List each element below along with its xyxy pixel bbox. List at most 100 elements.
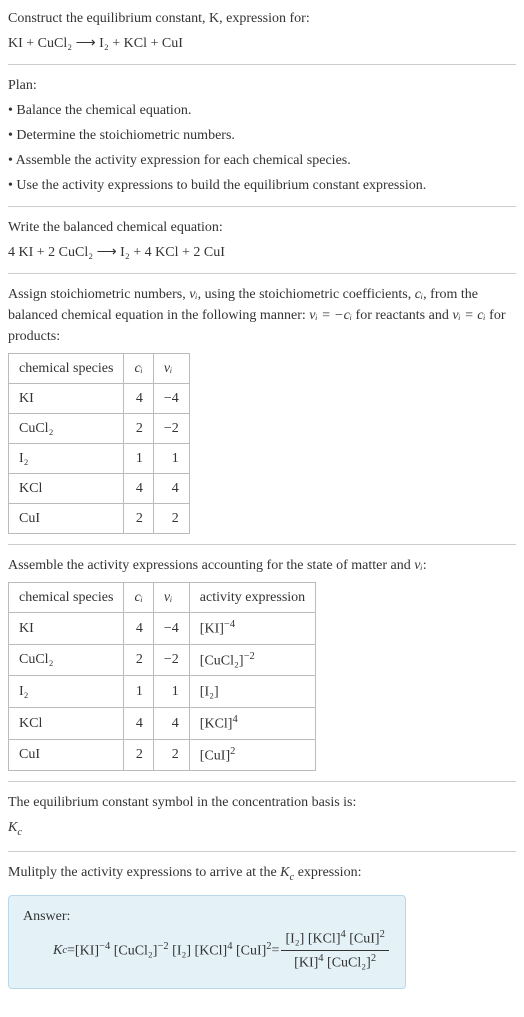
plan-item: • Use the activity expressions to build …: [8, 175, 516, 196]
col-nu: νᵢ: [153, 354, 189, 384]
col-ci: cᵢ: [124, 354, 153, 384]
term: [KCl]4: [195, 939, 233, 962]
table-row: KI4−4[KI]−4: [9, 613, 316, 645]
cell-nu: 1: [153, 676, 189, 708]
equals: =: [272, 940, 280, 961]
answer-box: Answer: Kc = [KI]−4 [CuCl₂]−2 [I₂] [KCl]…: [8, 895, 406, 988]
cell-nu: 4: [153, 474, 189, 504]
text: , using the stoichiometric coefficients,: [198, 287, 415, 302]
cell-ci: 2: [124, 414, 153, 444]
cell-species: CuCl₂: [9, 414, 124, 444]
nu-symbol: νᵢ: [189, 287, 197, 302]
fraction: [I₂] [KCl]4 [CuI]2 [KI]4 [CuCl₂]2: [281, 927, 388, 973]
cell-activity: [I₂]: [189, 676, 315, 708]
text: Assign stoichiometric numbers,: [8, 287, 189, 302]
cell-ci: 4: [124, 384, 153, 414]
cell-ci: 4: [124, 474, 153, 504]
cell-species: KI: [9, 613, 124, 645]
cell-species: I₂: [9, 676, 124, 708]
cell-ci: 2: [124, 739, 153, 771]
answer-label: Answer:: [23, 906, 391, 927]
cell-nu: −4: [153, 613, 189, 645]
text: Mulitply the activity expressions to arr…: [8, 865, 280, 880]
cell-species: CuI: [9, 504, 124, 534]
col-nu: νᵢ: [153, 583, 189, 613]
term: [CuCl₂]−2: [114, 939, 169, 962]
term: [I₂]: [172, 939, 191, 962]
table-row: CuI22[CuI]2: [9, 739, 316, 771]
k-letter: K: [280, 865, 289, 880]
cell-ci: 4: [124, 707, 153, 739]
balanced-equation: 4 KI + 2 CuCl₂ ⟶ I₂ + 4 KCl + 2 CuI: [8, 242, 516, 263]
intro-equation: KI + CuCl₂ ⟶ I₂ + KCl + CuI: [8, 33, 516, 54]
term: [CuI]2: [236, 939, 272, 962]
assemble-text: Assemble the activity expressions accoun…: [8, 555, 516, 576]
cell-activity: [CuCl₂]−2: [189, 644, 315, 676]
cell-nu: −4: [153, 384, 189, 414]
nu-symbol: νᵢ: [414, 558, 422, 573]
cell-nu: 2: [153, 504, 189, 534]
activity-table: chemical species cᵢ νᵢ activity expressi…: [8, 582, 316, 771]
cell-activity: [KI]−4: [189, 613, 315, 645]
cell-species: CuI: [9, 739, 124, 771]
plan-item: • Balance the chemical equation.: [8, 100, 516, 121]
cell-activity: [CuI]2: [189, 739, 315, 771]
table-header-row: chemical species cᵢ νᵢ: [9, 354, 190, 384]
cell-ci: 1: [124, 676, 153, 708]
plan-title: Plan:: [8, 75, 516, 96]
stoich-table: chemical species cᵢ νᵢ KI4−4 CuCl₂2−2 I₂…: [8, 353, 190, 534]
cell-ci: 1: [124, 444, 153, 474]
cell-nu: −2: [153, 644, 189, 676]
text: expression:: [294, 865, 361, 880]
col-ci: cᵢ: [124, 583, 153, 613]
text: :: [423, 558, 427, 573]
text: Assemble the activity expressions accoun…: [8, 558, 414, 573]
numerator: [I₂] [KCl]4 [CuI]2: [281, 927, 388, 950]
table-row: CuCl₂2−2[CuCl₂]−2: [9, 644, 316, 676]
relation: νᵢ = cᵢ: [452, 308, 485, 323]
k-letter: K: [53, 940, 62, 961]
cell-activity: [KCl]4: [189, 707, 315, 739]
table-row: KCl44: [9, 474, 190, 504]
equals: =: [67, 940, 75, 961]
table-row: CuCl₂2−2: [9, 414, 190, 444]
k-letter: K: [8, 820, 17, 835]
plan-item: • Assemble the activity expression for e…: [8, 150, 516, 171]
table-row: KCl44[KCl]4: [9, 707, 316, 739]
intro-header: Construct the equilibrium constant, K, e…: [8, 8, 516, 29]
cell-nu: 2: [153, 739, 189, 771]
kc-symbol-line: The equilibrium constant symbol in the c…: [8, 792, 516, 813]
divider: [8, 206, 516, 207]
denominator: [KI]4 [CuCl₂]2: [281, 950, 388, 974]
ci-symbol: cᵢ: [415, 287, 423, 302]
cell-species: I₂: [9, 444, 124, 474]
divider: [8, 851, 516, 852]
table-row: I₂11[I₂]: [9, 676, 316, 708]
k-sub: c: [17, 827, 22, 838]
cell-nu: −2: [153, 414, 189, 444]
term: [KI]−4: [75, 939, 110, 962]
table-header-row: chemical species cᵢ νᵢ activity expressi…: [9, 583, 316, 613]
cell-ci: 4: [124, 613, 153, 645]
assign-text: Assign stoichiometric numbers, νᵢ, using…: [8, 284, 516, 347]
cell-species: KCl: [9, 474, 124, 504]
balanced-label: Write the balanced chemical equation:: [8, 217, 516, 238]
table-row: CuI22: [9, 504, 190, 534]
cell-ci: 2: [124, 504, 153, 534]
plan-item: • Determine the stoichiometric numbers.: [8, 125, 516, 146]
text: for reactants and: [352, 308, 452, 323]
cell-nu: 4: [153, 707, 189, 739]
cell-species: CuCl₂: [9, 644, 124, 676]
divider: [8, 544, 516, 545]
col-species: chemical species: [9, 354, 124, 384]
table-row: KI4−4: [9, 384, 190, 414]
cell-ci: 2: [124, 644, 153, 676]
col-species: chemical species: [9, 583, 124, 613]
cell-species: KI: [9, 384, 124, 414]
relation: νᵢ = −cᵢ: [309, 308, 352, 323]
divider: [8, 781, 516, 782]
divider: [8, 273, 516, 274]
cell-nu: 1: [153, 444, 189, 474]
divider: [8, 64, 516, 65]
multiply-line: Mulitply the activity expressions to arr…: [8, 862, 516, 886]
